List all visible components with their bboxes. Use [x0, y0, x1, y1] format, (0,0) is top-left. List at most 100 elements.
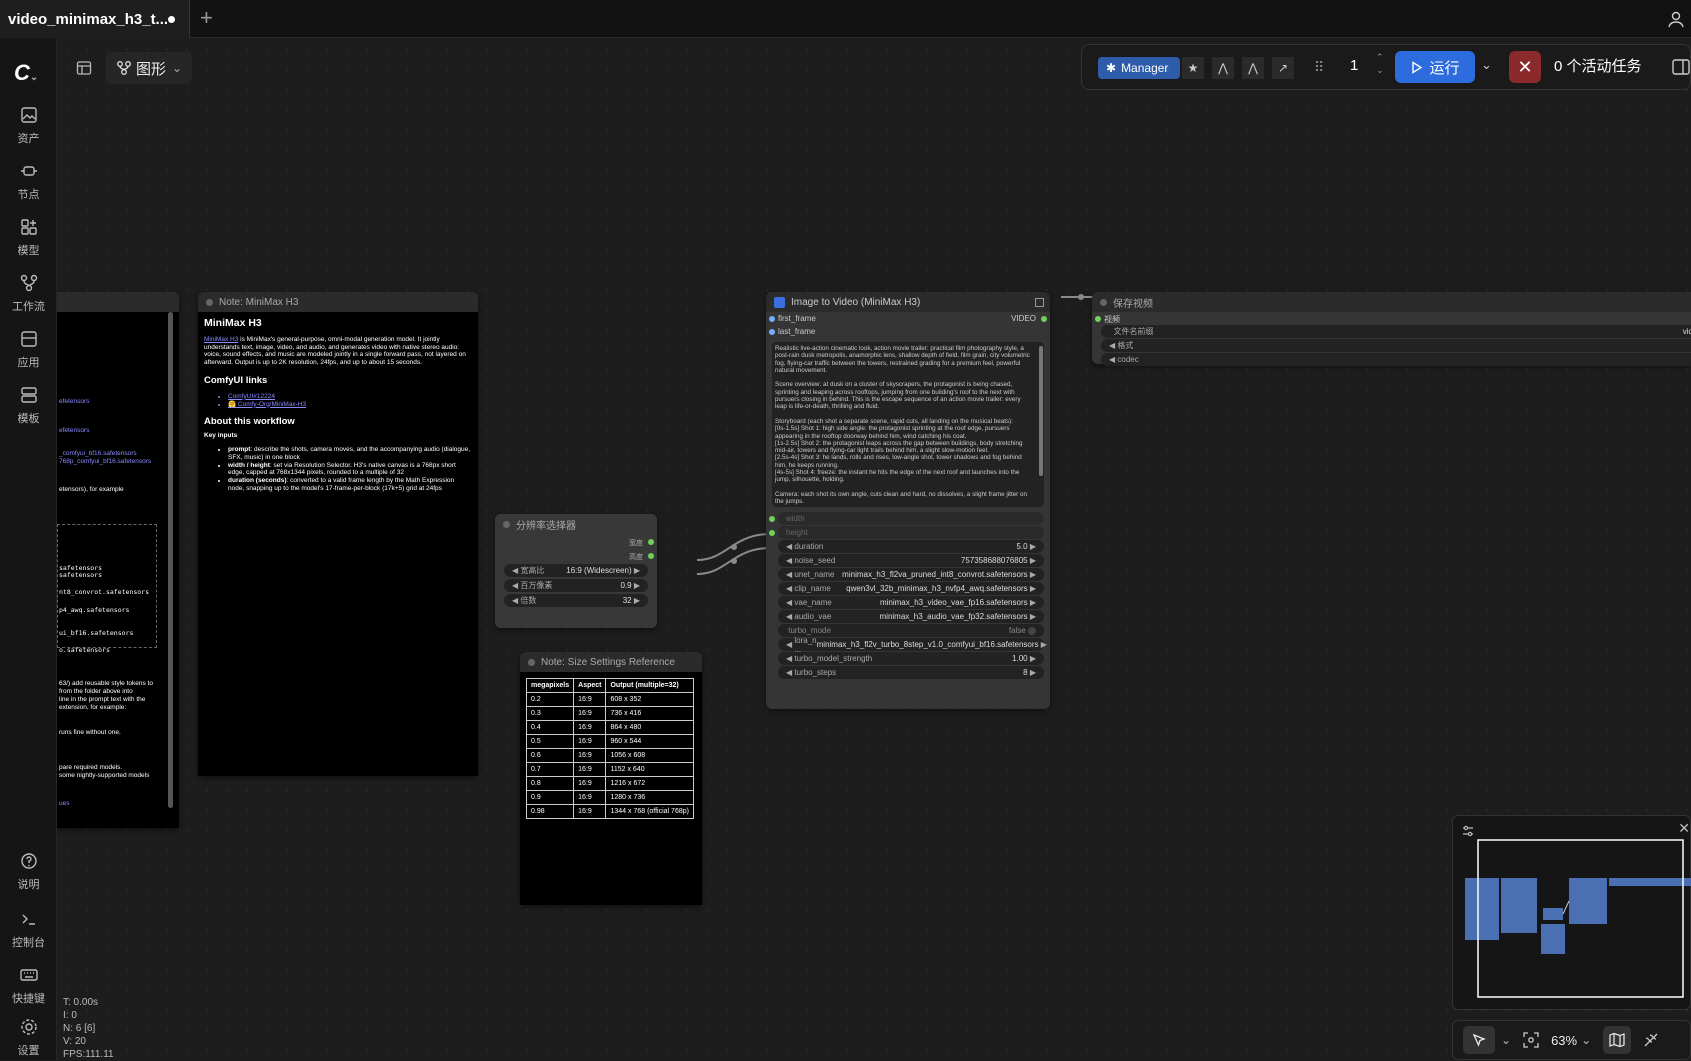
expand-icon[interactable]: [1035, 297, 1044, 307]
fit-view-icon[interactable]: [1523, 1032, 1539, 1048]
prompt-textarea[interactable]: Realistic live-action cinematic look, ac…: [772, 342, 1044, 507]
toggle-panel-button[interactable]: [70, 52, 98, 84]
minimap[interactable]: ✕: [1452, 815, 1691, 1010]
run-button[interactable]: 运行: [1395, 51, 1475, 83]
puzzle-icon: ✱: [1106, 61, 1117, 75]
height-input-socket[interactable]: [769, 530, 775, 536]
note-minimax-node[interactable]: Note: MiniMax H3 MiniMax H3 MiniMax H3 i…: [198, 292, 478, 776]
left-note-node[interactable]: efetensors efetensors _comfyui_bf16.safe…: [57, 292, 179, 828]
note-line: ui_bf16.safetensors: [59, 629, 134, 637]
noise-seed-widget[interactable]: ◀ noise_seed 757358688076805 ▶: [778, 554, 1044, 567]
turbo-steps-widget[interactable]: ◀ turbo_steps 8 ▶: [778, 666, 1044, 679]
output-width-socket[interactable]: [648, 539, 654, 545]
sidebar-item-apps[interactable]: 应用: [0, 330, 57, 370]
sidebar-item-keyboard[interactable]: 快捷键: [0, 966, 57, 1006]
sidebar-item-settings[interactable]: 设置: [0, 1018, 57, 1058]
node-status-dot-icon: [1100, 298, 1107, 306]
stat-fps: FPS:111.11: [63, 1049, 114, 1060]
table-row: 0.8 16:9 1216 x 672: [525, 776, 694, 791]
new-tab-button[interactable]: +: [200, 7, 213, 29]
save-video-node[interactable]: 保存视频 视频 文件名前缀 vid ◀ 格式 ◀ codec: [1092, 292, 1691, 366]
aspect-ratio-widget[interactable]: ◀ 宽高比 16:9 (Widescreen) ▶: [504, 564, 648, 577]
links-visibility-icon[interactable]: [1643, 1032, 1659, 1048]
render-stats: T: 0.00s I: 0 N: 6 [6] V: 20 FPS:111.11: [63, 996, 114, 1061]
node-pack-icon[interactable]: ⋀: [1212, 57, 1234, 79]
node-title: 保存视频: [1113, 298, 1153, 310]
minimap-toggle-button[interactable]: [1603, 1026, 1632, 1054]
multiple-widget[interactable]: ◀ 倍数 32 ▶: [504, 594, 648, 607]
comfyui-pr-link[interactable]: ComfyUI#12224: [228, 393, 472, 401]
workflow-tab[interactable]: video_minimax_h3_t...: [0, 0, 190, 38]
comfy-logo-icon[interactable]: C⌄: [14, 60, 38, 86]
node-header[interactable]: Image to Video (MiniMax H3): [766, 292, 1050, 312]
duration-widget[interactable]: ◀ duration 5.0 ▶: [778, 540, 1044, 553]
clip-name-widget[interactable]: ◀ clip_name qwen3vl_32b_minimax_h3_nvfp4_…: [778, 582, 1044, 595]
zoom-chevron-down-icon[interactable]: ⌄: [1581, 1033, 1591, 1047]
vae-name-widget[interactable]: ◀ vae_name minimax_h3_video_vae_fp16.safe…: [778, 596, 1044, 609]
minimax-link[interactable]: MiniMax H3: [204, 336, 238, 343]
node-header[interactable]: Note: MiniMax H3: [198, 292, 478, 312]
image-to-video-node[interactable]: Image to Video (MiniMax H3) first_frame …: [766, 292, 1050, 709]
table-row: 0.9 16:9 1280 x 736: [525, 790, 694, 805]
graph-mode-dropdown[interactable]: 图形 ⌄: [106, 52, 193, 84]
active-tasks-label[interactable]: 0 个活动任务: [1554, 53, 1642, 81]
node-header[interactable]: 分辨率选择器: [495, 514, 657, 534]
lora-name-widget[interactable]: ◀ lora_n ... minimax_h3_fl2v_turbo_8step_…: [778, 636, 1047, 654]
scrollbar[interactable]: [168, 312, 173, 808]
turbo-model-strength-widget[interactable]: ◀ turbo_model_strength 1.00 ▶: [778, 652, 1044, 665]
width-input[interactable]: width: [778, 512, 1044, 525]
right-panel-icon[interactable]: [1672, 59, 1690, 75]
tool-chevron-down-icon[interactable]: ⌄: [1501, 1033, 1511, 1047]
queue-count-input[interactable]: 1: [1350, 57, 1358, 74]
stat-i: I: 0: [63, 1010, 77, 1021]
queue-stepper[interactable]: ⌃ ⌄: [1376, 51, 1384, 77]
zoom-level[interactable]: 63%: [1551, 1033, 1577, 1048]
video-output-socket[interactable]: [1041, 316, 1047, 322]
height-input[interactable]: height: [778, 526, 1044, 539]
user-icon[interactable]: [1667, 10, 1685, 28]
unet-name-widget[interactable]: ◀ unet_name minimax_h3_fl2va_pruned_int8_…: [778, 568, 1044, 581]
sidebar-item-workflow[interactable]: 工作流: [0, 274, 57, 314]
sidebar-item-templates[interactable]: 模板: [0, 386, 57, 426]
width-input-socket[interactable]: [769, 516, 775, 522]
sidebar-item-models[interactable]: 模型: [0, 218, 57, 258]
output-height-socket[interactable]: [648, 553, 654, 559]
drag-handle-icon[interactable]: ⠿: [1314, 59, 1324, 76]
audio-vae-widget[interactable]: ◀ audio_vae minimax_h3_audio_vae_fp32.saf…: [778, 610, 1044, 623]
help-icon: [20, 853, 37, 869]
share-icon[interactable]: ↗: [1272, 57, 1294, 79]
resolution-selector-node[interactable]: 分辨率选择器 宽度 高度 ◀ 宽高比 16:9 (Widescreen) ▶ ◀ …: [495, 514, 657, 628]
note-line[interactable]: efetensors: [59, 398, 89, 406]
format-widget[interactable]: ◀ 格式: [1101, 339, 1691, 352]
note-line[interactable]: ues: [59, 800, 69, 808]
stop-button[interactable]: ✕: [1509, 51, 1541, 83]
select-tool-button[interactable]: [1463, 1026, 1495, 1054]
sidebar-item-assets[interactable]: 资产: [0, 106, 57, 146]
hf-repo-link[interactable]: 🤗 Comfy-Org/MiniMax-H3: [228, 401, 472, 409]
codec-widget[interactable]: ◀ codec: [1101, 353, 1691, 366]
filename-prefix-widget[interactable]: 文件名前缀 vid: [1101, 325, 1691, 338]
last-frame-socket[interactable]: [769, 329, 775, 335]
node-header[interactable]: 保存视频: [1092, 292, 1691, 312]
note-line[interactable]: efetensors: [59, 427, 89, 435]
node-pack-update-icon[interactable]: ⋀: [1242, 57, 1264, 79]
note-line[interactable]: 768p_comfyui_bf16.safetensors: [59, 458, 151, 466]
note-line: extension, for example:: [59, 704, 127, 711]
video-input-socket[interactable]: [1095, 316, 1101, 322]
graph-canvas[interactable]: efetensors efetensors _comfyui_bf16.safe…: [57, 40, 1691, 1060]
manager-button[interactable]: ✱ Manager: [1098, 57, 1180, 79]
node-header[interactable]: Note: Size Settings Reference: [520, 652, 702, 672]
sidebar-item-console[interactable]: 控制台: [0, 910, 57, 950]
prompt-scrollbar[interactable]: [1039, 346, 1043, 476]
sidebar-item-help[interactable]: 说明: [0, 852, 57, 892]
sidebar-item-nodes[interactable]: 节点: [0, 162, 57, 202]
turbo-mode-toggle[interactable]: turbo_mode false: [778, 624, 1044, 637]
first-frame-socket[interactable]: [769, 316, 775, 322]
key-inputs-heading: Key inputs: [204, 432, 238, 440]
canvas-controls: ⌄ 63% ⌄: [1452, 1020, 1691, 1060]
run-options-chevron-icon[interactable]: ⌄: [1481, 57, 1492, 73]
megapixels-widget[interactable]: ◀ 百万像素 0.9 ▶: [504, 579, 648, 592]
size-reference-node[interactable]: Note: Size Settings Reference megapixels…: [520, 652, 702, 905]
note-line[interactable]: _comfyui_bf16.safetensors: [59, 450, 137, 458]
star-icon[interactable]: ★: [1182, 57, 1204, 79]
